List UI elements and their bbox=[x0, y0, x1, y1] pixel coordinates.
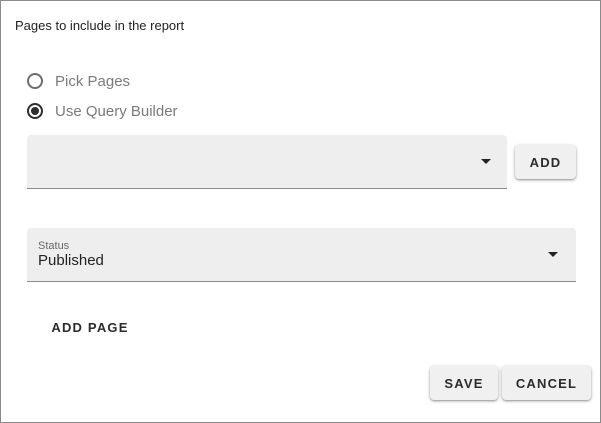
status-select-label: Status bbox=[38, 240, 70, 252]
add-query-button[interactable]: ADD bbox=[515, 145, 576, 179]
radio-pick-pages-label: Pick Pages bbox=[55, 72, 131, 90]
radio-pick-pages[interactable]: Pick Pages bbox=[27, 69, 130, 93]
dropdown-arrow-icon bbox=[548, 252, 558, 257]
dropdown-arrow-icon bbox=[481, 159, 491, 164]
cancel-button[interactable]: CANCEL bbox=[502, 366, 591, 400]
query-select[interactable] bbox=[27, 135, 507, 189]
save-button[interactable]: SAVE bbox=[430, 366, 498, 400]
radio-unchecked-icon[interactable] bbox=[27, 73, 43, 89]
radio-use-query-builder-label: Use Query Builder bbox=[55, 102, 178, 120]
radio-use-query-builder[interactable]: Use Query Builder bbox=[27, 99, 178, 123]
section-title: Pages to include in the report bbox=[15, 18, 185, 33]
status-select-value: Published bbox=[38, 252, 104, 269]
status-select[interactable]: Status Published bbox=[27, 228, 576, 282]
add-page-button[interactable]: ADD PAGE bbox=[41, 310, 139, 344]
report-pages-dialog: Pages to include in the report Pick Page… bbox=[0, 0, 601, 423]
radio-checked-icon[interactable] bbox=[27, 103, 43, 119]
radio-dot-icon bbox=[31, 107, 39, 115]
